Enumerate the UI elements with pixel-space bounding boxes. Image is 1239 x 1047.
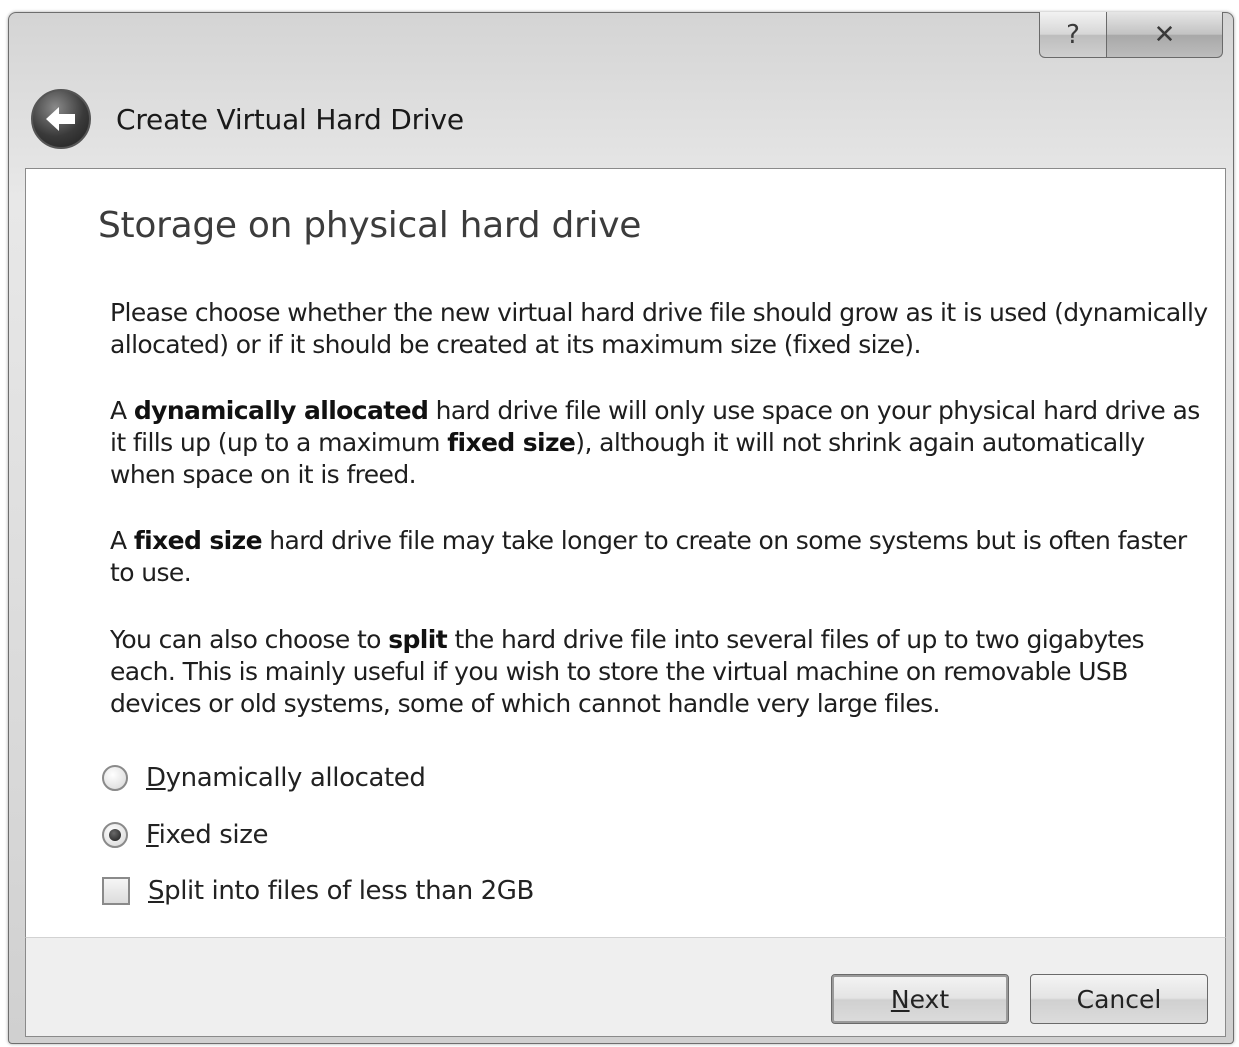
close-icon: ✕: [1153, 19, 1176, 50]
label-text: ixed size: [158, 820, 269, 850]
mnemonic-char: D: [146, 763, 166, 793]
fixed-paragraph: A fixed size hard drive file may take lo…: [110, 525, 1210, 589]
help-button[interactable]: ?: [1039, 12, 1107, 58]
split-label: Split into files of less than 2GB: [148, 876, 534, 906]
title-bar-buttons: ? ✕: [1039, 12, 1223, 60]
mnemonic-char: N: [890, 984, 910, 1014]
text-run: You can also choose to: [110, 625, 389, 654]
next-button[interactable]: Next: [831, 974, 1009, 1024]
back-arrow-icon: [46, 107, 75, 131]
text-run: A: [110, 526, 134, 555]
fixed-option[interactable]: Fixed size: [102, 818, 268, 852]
content-panel: Storage on physical hard drive Please ch…: [25, 168, 1226, 937]
dynamic-radio[interactable]: [102, 765, 128, 791]
intro-paragraph: Please choose whether the new virtual ha…: [110, 298, 1208, 359]
mnemonic-char: F: [146, 820, 159, 850]
bold-term: fixed size: [447, 428, 576, 457]
back-button[interactable]: [31, 89, 91, 149]
mnemonic-char: S: [148, 876, 165, 906]
button-bar: Next Cancel: [25, 937, 1226, 1037]
label-text: plit into files of less than 2GB: [164, 876, 534, 906]
button-label: ext: [909, 984, 950, 1014]
dialog-window: ? ✕ Create Virtual Hard Drive Storage on…: [8, 12, 1234, 1044]
bold-term: dynamically allocated: [133, 396, 429, 425]
help-icon: ?: [1066, 19, 1080, 50]
close-button[interactable]: ✕: [1107, 12, 1223, 58]
cancel-button[interactable]: Cancel: [1030, 974, 1208, 1024]
bold-term: split: [388, 625, 448, 654]
bold-term: fixed size: [133, 526, 263, 555]
dynamic-paragraph: A dynamically allocated hard drive file …: [110, 395, 1210, 491]
split-checkbox[interactable]: [102, 877, 130, 905]
dynamic-label: Dynamically allocated: [146, 763, 426, 793]
text-run: A: [110, 396, 134, 425]
window-title: Create Virtual Hard Drive: [116, 103, 464, 136]
page-heading: Storage on physical hard drive: [98, 205, 642, 246]
text-run: hard drive file may take longer to creat…: [110, 526, 1187, 587]
split-option[interactable]: Split into files of less than 2GB: [102, 874, 534, 908]
dynamic-option[interactable]: Dynamically allocated: [102, 761, 426, 795]
fixed-label: Fixed size: [146, 820, 268, 850]
label-text: ynamically allocated: [165, 763, 426, 793]
fixed-radio[interactable]: [102, 822, 128, 848]
split-paragraph: You can also choose to split the hard dr…: [110, 624, 1210, 720]
